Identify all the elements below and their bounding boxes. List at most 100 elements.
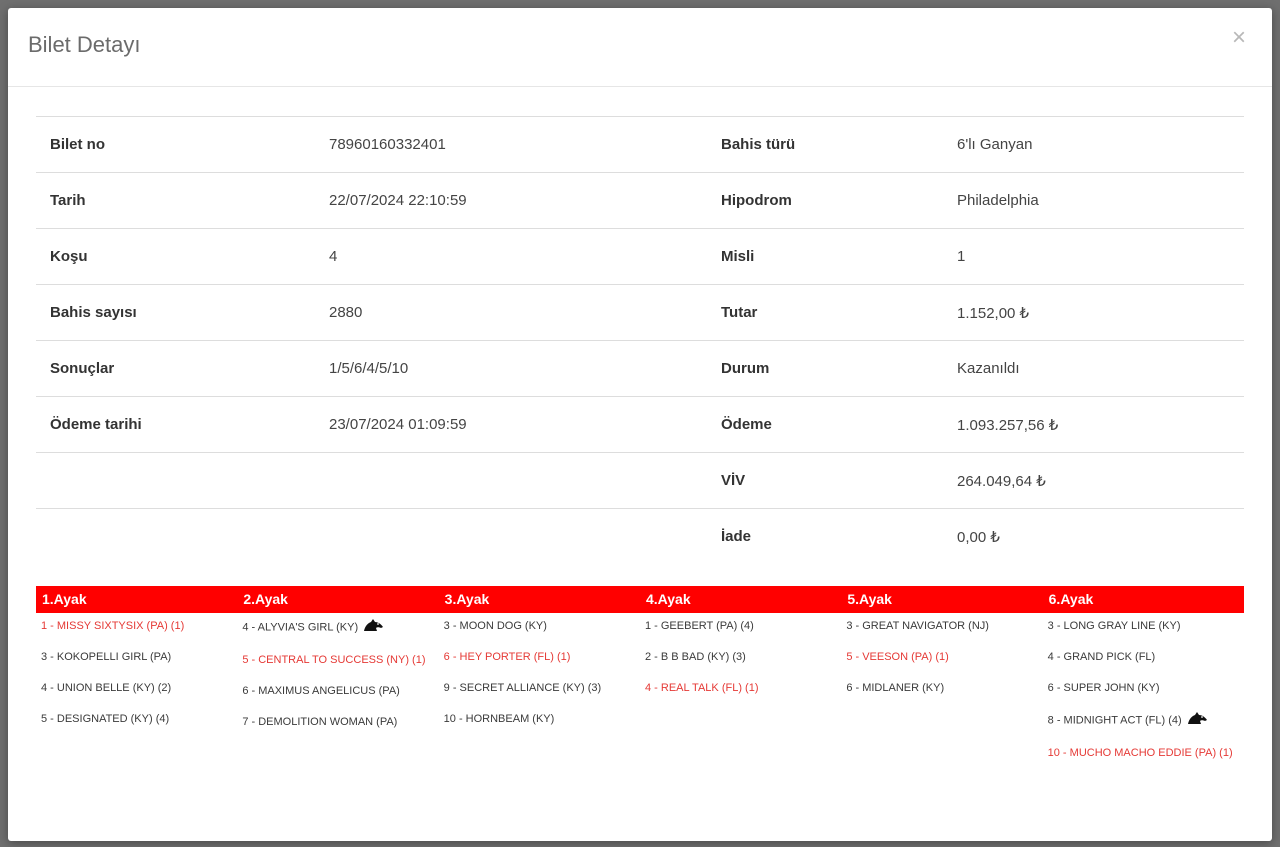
ticket-info-row: Tarih 22/07/2024 22:10:59 Hipodrom Philadel… (36, 172, 1244, 229)
info-label: Ödeme tarihi (36, 396, 315, 453)
leg-column: 5.Ayak 3 - GREAT NAVIGATOR (NJ) 5 - VEESON… (841, 586, 1043, 776)
horse-label: 3 - KOKOPELLI GIRL (PA) (41, 651, 172, 663)
ticket-info-row: Bilet no 78960160332401 Bahis türü 6'lı Gan… (36, 116, 1244, 173)
winning-horse: 1 - MISSY SIXTYSIX (PA) (1) (41, 618, 233, 634)
leg-header: 2.Ayak (237, 586, 439, 613)
leg-column: 2.Ayak 4 - ALYVIA'S GIRL (KY) 5 - CENTRAL … (237, 586, 439, 776)
horse-item: 6 - MAXIMUS ANGELICUS (PA) (242, 683, 434, 699)
horse-list: 3 - LONG GRAY LINE (KY) 4 - GRAND PICK (F… (1043, 613, 1244, 761)
info-value: Kazanıldı (943, 340, 1244, 397)
leg-header: 6.Ayak (1042, 586, 1244, 613)
horse-label: 10 - MUCHO MACHO EDDIE (PA) (1) (1047, 747, 1233, 759)
leg-header: 5.Ayak (841, 586, 1043, 613)
horse-label: 10 - HORNBEAM (KY) (443, 713, 555, 725)
info-value: 78960160332401 (315, 116, 707, 173)
info-label: VİV (707, 452, 943, 509)
horse-item: 3 - LONG GRAY LINE (KY) (1048, 618, 1240, 634)
leg-header: 3.Ayak (438, 586, 640, 613)
horse-label: 5 - DESIGNATED (KY) (4) (41, 713, 170, 725)
leg-column: 6.Ayak 3 - LONG GRAY LINE (KY) 4 - GRAND P… (1042, 586, 1244, 776)
modal-body: Bilet no 78960160332401 Bahis türü 6'lı Gan… (36, 116, 1244, 564)
ticket-info-row: Bahis sayısı 2880 Tutar 1.152,00 ₺ (36, 284, 1244, 341)
info-label (36, 508, 315, 564)
info-value: 264.049,64 ₺ (943, 452, 1244, 509)
winning-horse: 5 - VEESON (PA) (1) (846, 649, 1038, 665)
info-value: 6'lı Ganyan (943, 116, 1244, 173)
info-value: Philadelphia (943, 172, 1244, 229)
ticket-info-table: Bilet no 78960160332401 Bahis türü 6'lı Gan… (36, 116, 1244, 564)
info-value: 23/07/2024 01:09:59 (315, 396, 707, 453)
horse-label: 5 - CENTRAL TO SUCCESS (NY) (1) (242, 654, 426, 666)
horse-label: 3 - GREAT NAVIGATOR (NJ) (846, 620, 989, 632)
horse-list: 3 - GREAT NAVIGATOR (NJ) 5 - VEESON (PA) … (841, 613, 1042, 696)
info-label: Misli (707, 228, 943, 285)
horse-list: 3 - MOON DOG (KY) 6 - HEY PORTER (FL) (1)… (439, 613, 640, 727)
horse-label: 6 - HEY PORTER (FL) (1) (443, 651, 571, 663)
info-label (36, 452, 315, 509)
horse-label: 4 - UNION BELLE (KY) (2) (41, 682, 172, 694)
info-value: 1 (943, 228, 1244, 285)
horse-label: 4 - REAL TALK (FL) (1) (644, 682, 759, 694)
info-label: Koşu (36, 228, 315, 285)
horse-head-icon (1186, 711, 1208, 730)
horse-item: 7 - DEMOLITION WOMAN (PA) (242, 714, 434, 730)
horse-label: 8 - MIDNIGHT ACT (FL) (4) (1047, 714, 1182, 727)
horse-label: 2 - B B BAD (KY) (3) (644, 651, 746, 663)
info-value: 4 (315, 228, 707, 285)
horse-list: 1 - GEEBERT (PA) (4) 2 - B B BAD (KY) (3)… (640, 613, 841, 696)
horse-item: 4 - GRAND PICK (FL) (1048, 649, 1240, 665)
horse-label: 9 - SECRET ALLIANCE (KY) (3) (443, 682, 602, 694)
horse-label: 6 - MIDLANER (KY) (846, 682, 945, 694)
horse-item: 4 - ALYVIA'S GIRL (KY) (242, 618, 434, 637)
horse-item: 9 - SECRET ALLIANCE (KY) (3) (444, 680, 636, 696)
info-value (315, 452, 707, 509)
horse-label: 6 - SUPER JOHN (KY) (1047, 682, 1160, 694)
horse-item: 10 - HORNBEAM (KY) (444, 711, 636, 727)
horse-item: 6 - SUPER JOHN (KY) (1048, 680, 1240, 696)
horse-list: 4 - ALYVIA'S GIRL (KY) 5 - CENTRAL TO SUC… (237, 613, 438, 730)
info-label: Bilet no (36, 116, 315, 173)
horse-item: 4 - UNION BELLE (KY) (2) (41, 680, 233, 696)
horse-item: 2 - B B BAD (KY) (3) (645, 649, 837, 665)
horse-item: 8 - MIDNIGHT ACT (FL) (4) (1048, 711, 1240, 730)
modal-header: Bilet Detayı × (8, 8, 1272, 87)
ticket-info-body: Bilet no 78960160332401 Bahis türü 6'lı Gan… (36, 116, 1244, 564)
info-label: Sonuçlar (36, 340, 315, 397)
leg-header: 4.Ayak (639, 586, 842, 613)
winning-horse: 10 - MUCHO MACHO EDDIE (PA) (1) (1048, 745, 1240, 761)
horse-item: 1 - GEEBERT (PA) (4) (645, 618, 837, 634)
ticket-detail-modal: Bilet Detayı × Bilet no 78960160332401 Bah… (8, 8, 1272, 841)
leg-column: 4.Ayak 1 - GEEBERT (PA) (4) 2 - B B BAD (K… (639, 586, 842, 776)
info-value: 1/5/6/4/5/10 (315, 340, 707, 397)
horse-label: 5 - VEESON (PA) (1) (846, 651, 949, 663)
race-legs: 1.Ayak 1 - MISSY SIXTYSIX (PA) (1) 3 - KOK… (36, 586, 1244, 776)
info-value: 2880 (315, 284, 707, 341)
info-label: İade (707, 508, 943, 564)
horse-label: 4 - ALYVIA'S GIRL (KY) (242, 621, 359, 634)
ticket-info-row: Sonuçlar 1/5/6/4/5/10 Durum Kazanıldı (36, 340, 1244, 397)
info-value: 1.152,00 ₺ (943, 284, 1244, 341)
horse-head-icon (362, 618, 384, 637)
ticket-info-row: Koşu 4 Misli 1 (36, 228, 1244, 285)
horse-label: 3 - LONG GRAY LINE (KY) (1047, 620, 1181, 632)
horse-label: 4 - GRAND PICK (FL) (1047, 651, 1156, 663)
info-label: Tutar (707, 284, 943, 341)
horse-item: 3 - GREAT NAVIGATOR (NJ) (846, 618, 1038, 634)
horse-list: 1 - MISSY SIXTYSIX (PA) (1) 3 - KOKOPELLI… (36, 613, 237, 727)
info-value: 22/07/2024 22:10:59 (315, 172, 707, 229)
horse-item: 5 - DESIGNATED (KY) (4) (41, 711, 233, 727)
info-label: Tarih (36, 172, 315, 229)
info-label: Durum (707, 340, 943, 397)
info-value (315, 508, 707, 564)
horse-label: 3 - MOON DOG (KY) (443, 620, 547, 632)
horse-item: 3 - KOKOPELLI GIRL (PA) (41, 649, 233, 665)
info-value: 1.093.257,56 ₺ (943, 396, 1244, 453)
close-button[interactable]: × (1226, 24, 1252, 52)
horse-label: 6 - MAXIMUS ANGELICUS (PA) (242, 685, 400, 697)
horse-label: 7 - DEMOLITION WOMAN (PA) (242, 716, 398, 728)
ticket-info-row: Ödeme tarihi 23/07/2024 01:09:59 Ödeme 1.09… (36, 396, 1244, 453)
horse-item: 6 - MIDLANER (KY) (846, 680, 1038, 696)
leg-column: 3.Ayak 3 - MOON DOG (KY) 6 - HEY PORTER (F… (438, 586, 640, 776)
info-value: 0,00 ₺ (943, 508, 1244, 564)
info-label: Bahis sayısı (36, 284, 315, 341)
